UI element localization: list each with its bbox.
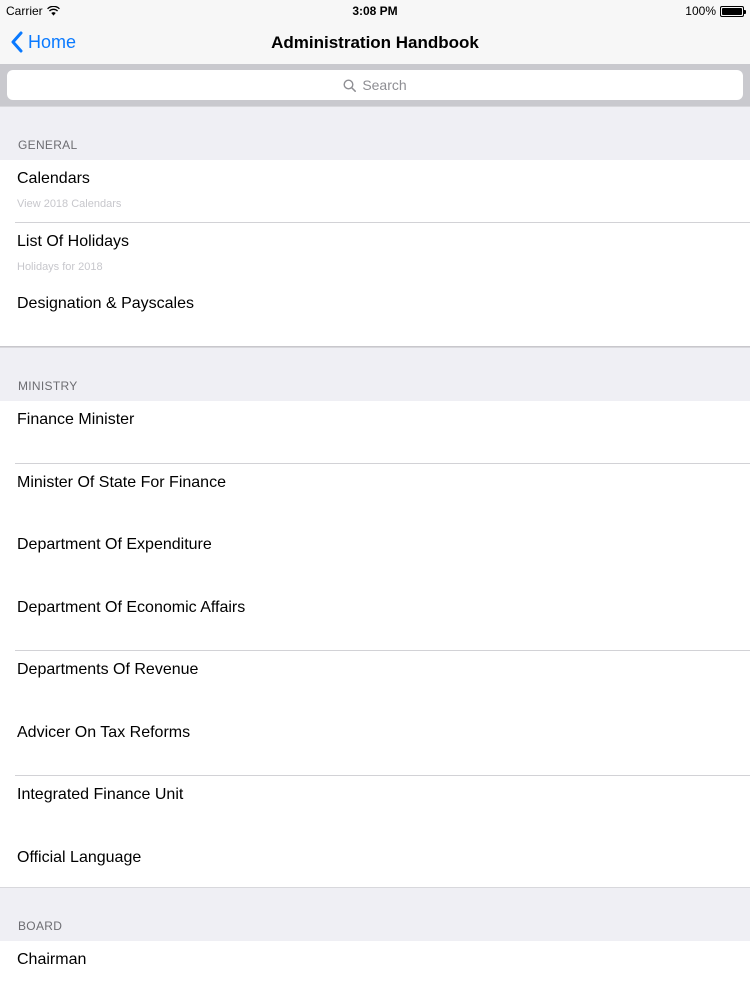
section-header-ministry: MINISTRY xyxy=(0,347,750,401)
battery-fill xyxy=(722,7,742,15)
status-time: 3:08 PM xyxy=(352,4,398,18)
list-item-chairman[interactable]: Chairman xyxy=(0,940,750,1000)
list-item-subtitle: View 2018 Calendars xyxy=(17,198,122,210)
list-item-title: Official Language xyxy=(17,848,142,866)
battery-percent: 100% xyxy=(685,4,716,18)
list-item-title: Department Of Economic Affairs xyxy=(17,598,246,616)
section-title: GENERAL xyxy=(18,138,78,152)
search-placeholder: Search xyxy=(362,77,407,93)
list-item-integrated-finance-unit[interactable]: Integrated Finance Unit xyxy=(0,776,750,839)
list-item-official-language[interactable]: Official Language xyxy=(0,838,750,887)
section-title: BOARD xyxy=(18,918,63,933)
list-item-list-of-holidays[interactable]: List Of Holidays Holidays for 2018 xyxy=(0,222,750,285)
battery-indicator: 100% xyxy=(685,4,746,18)
search-input[interactable]: Search xyxy=(7,70,743,100)
list-item-title: Finance Minister xyxy=(17,411,135,428)
list-item-title: List Of Holidays xyxy=(17,232,130,250)
list-item-minister-of-state[interactable]: Minister Of State For Finance xyxy=(0,463,750,526)
navigation-bar: Home Administration Handbook xyxy=(0,22,750,64)
list-item-title: Integrated Finance Unit xyxy=(17,786,184,803)
list-item-title: Advicer On Tax Reforms xyxy=(17,723,191,741)
list-item-title: Designation & Payscales xyxy=(17,295,194,312)
section-header-general: GENERAL xyxy=(0,106,750,160)
page-title: Administration Handbook xyxy=(271,33,479,52)
list-item-finance-minister[interactable]: Finance Minister xyxy=(0,401,750,464)
list-item-subtitle: Holidays for 2018 xyxy=(17,260,103,273)
search-icon xyxy=(343,78,357,92)
list-item-title: Departments Of Revenue xyxy=(17,661,199,678)
list-item-calendars[interactable]: Calendars View 2018 Calendars xyxy=(0,160,750,223)
section-title: MINISTRY xyxy=(18,379,78,393)
list-item-department-of-economic-affairs[interactable]: Department Of Economic Affairs xyxy=(0,588,750,651)
list-item-department-of-expenditure[interactable]: Department Of Expenditure xyxy=(0,526,750,589)
list-item-departments-of-revenue[interactable]: Departments Of Revenue xyxy=(0,651,750,714)
list-item-designation-payscales[interactable]: Designation & Payscales xyxy=(0,285,750,347)
list-item-title: Department Of Expenditure xyxy=(17,536,212,553)
search-bar: Search xyxy=(0,64,750,106)
list-item-title: Minister Of State For Finance xyxy=(17,473,226,491)
handbook-list: GENERAL Calendars View 2018 Calendars Li… xyxy=(0,106,750,1000)
battery-icon xyxy=(720,5,746,17)
status-bar: Carrier 3:08 PM 100% xyxy=(0,0,750,22)
section-header-board: BOARD xyxy=(0,886,750,941)
list-item-title: Chairman xyxy=(17,950,87,968)
list-item-advicer-on-tax-reforms[interactable]: Advicer On Tax Reforms xyxy=(0,713,750,776)
list-item-title: Calendars xyxy=(17,170,90,187)
